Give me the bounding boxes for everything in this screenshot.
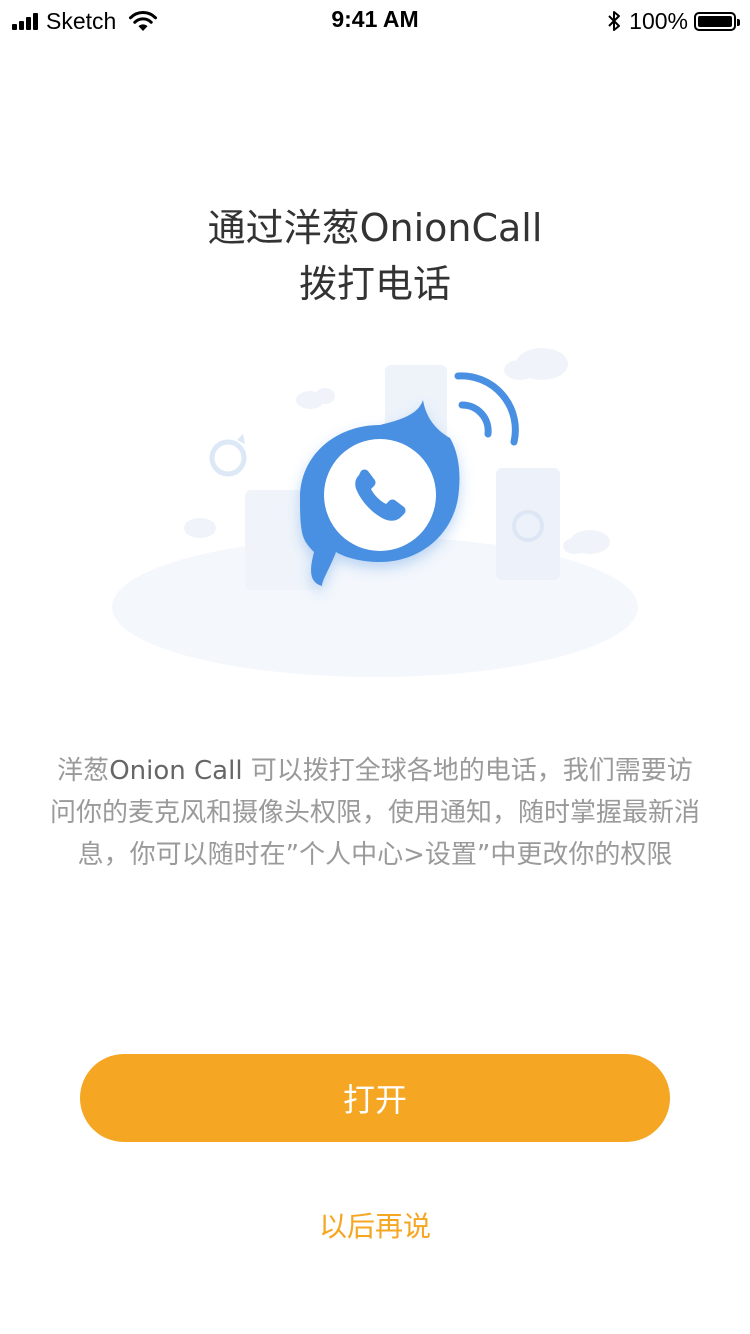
battery-percent: 100% [629,7,688,34]
status-bar-right: 100% [607,7,740,35]
small-bubble-icon [209,434,247,477]
later-link[interactable]: 以后再说 [0,1205,750,1245]
description-prefix: 洋葱 [57,756,110,786]
signal-waves-icon [454,372,519,446]
title-line-1: 通过洋葱OnionCall [207,206,543,250]
bluetooth-icon [608,11,621,31]
brand-name: Onion Call [109,756,243,786]
battery-icon [694,11,740,31]
phone-card-icon [496,468,560,580]
illustration [112,348,638,677]
open-button[interactable]: 打开 [80,1054,670,1142]
page-title: 通过洋葱OnionCall 拨打电话 [0,200,750,312]
status-bar: Sketch 9:41 AM 100% [0,0,750,40]
title-line-2: 拨打电话 [298,262,451,306]
permission-description: 洋葱Onion Call 可以拨打全球各地的电话，我们需要访问你的麦克风和摄像头… [50,750,700,876]
